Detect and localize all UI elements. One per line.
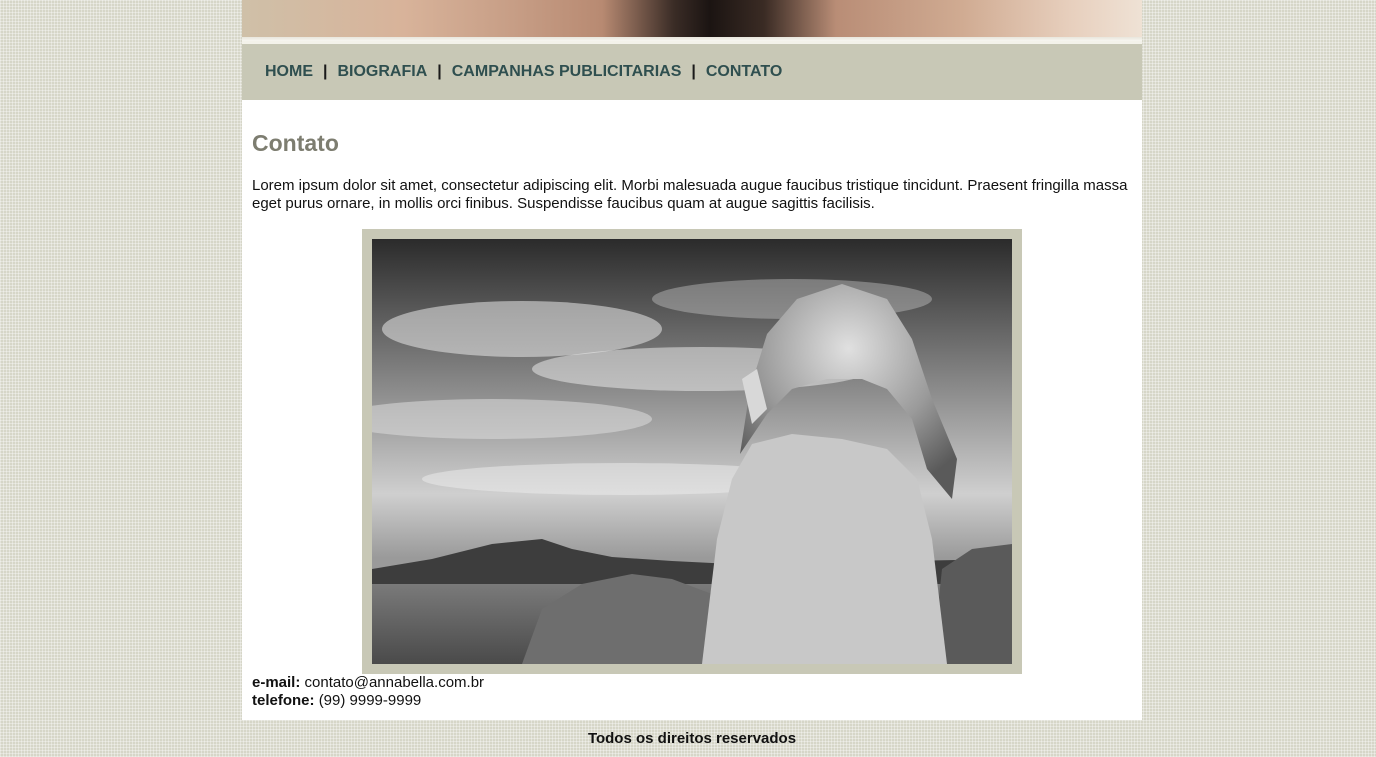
nav-separator: | [691, 63, 696, 80]
page-title: Contato [252, 130, 339, 156]
nav-separator: | [323, 63, 328, 80]
phone-label: telefone: [252, 692, 315, 709]
header-banner-image [242, 0, 1142, 41]
nav-biografia-link[interactable]: BIOGRAFIA [337, 63, 427, 81]
page-wrapper: HOME | BIOGRAFIA | CAMPANHAS PUBLICITARI… [242, 0, 1142, 747]
phone-row: telefone: (99) 9999-9999 [252, 692, 1132, 710]
footer-copyright: Todos os direitos reservados [587, 730, 797, 747]
main-content: Contato Lorem ipsum dolor sit amet, cons… [242, 100, 1142, 720]
nav-contato-link[interactable]: CONTATO [706, 63, 782, 81]
contact-info: e-mail: contato@annabella.com.br telefon… [252, 674, 1132, 710]
main-nav: HOME | BIOGRAFIA | CAMPANHAS PUBLICITARI… [242, 44, 1142, 100]
contact-photo [362, 229, 1022, 674]
nav-separator: | [437, 63, 442, 80]
email-row: e-mail: contato@annabella.com.br [252, 674, 1132, 692]
photo-woman-by-sea [372, 239, 1012, 664]
email-value: contato@annabella.com.br [304, 674, 485, 691]
phone-value: (99) 9999-9999 [318, 692, 422, 709]
email-label: e-mail: [252, 674, 301, 691]
nav-home-link[interactable]: HOME [265, 63, 313, 81]
intro-paragraph: Lorem ipsum dolor sit amet, consectetur … [252, 177, 1128, 212]
nav-campanhas-link[interactable]: CAMPANHAS PUBLICITARIAS [452, 63, 682, 81]
